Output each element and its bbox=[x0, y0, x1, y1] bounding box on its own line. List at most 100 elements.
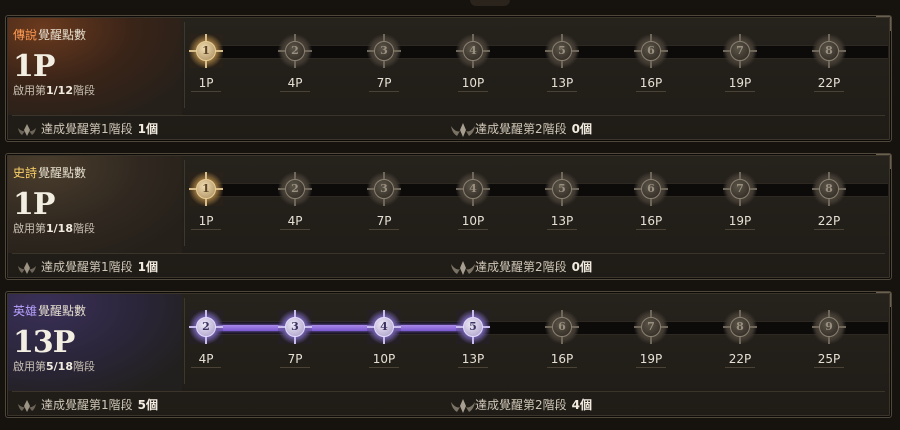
node-spike bbox=[650, 60, 652, 68]
cost-underline bbox=[636, 229, 666, 230]
node-number: 1 bbox=[196, 179, 216, 199]
stage-node-4[interactable]: 4 bbox=[456, 34, 490, 68]
cost-underline bbox=[369, 91, 399, 92]
active-stage: 啟用第5/18階段 bbox=[13, 358, 182, 374]
cost-underline bbox=[369, 229, 399, 230]
node-number: 7 bbox=[730, 179, 750, 199]
node-spike bbox=[828, 336, 830, 344]
cost-underline bbox=[814, 229, 844, 230]
legend-awakening-panel: 傳說覺醒點數 1P 啟用第1/12階段 達成覺醒第1階段 1個 達成覺醒第2階段 0… bbox=[5, 15, 892, 142]
progress-fill bbox=[201, 325, 471, 331]
stage-cost-label: 4P bbox=[198, 352, 214, 366]
achievement-count: 4個 bbox=[571, 398, 592, 412]
node-number: 6 bbox=[641, 179, 661, 199]
cost-underline bbox=[191, 229, 221, 230]
stage-prefix: 啟用第 bbox=[13, 360, 46, 373]
stage-node-4[interactable]: 4 bbox=[367, 310, 401, 344]
stage-node-1[interactable]: 1 bbox=[189, 34, 223, 68]
cost-underline bbox=[280, 367, 310, 368]
node-spike bbox=[561, 198, 563, 206]
awakening-summary: 英雄覺醒點數 13P 啟用第5/18階段 bbox=[8, 294, 182, 391]
stage-node-8[interactable]: 8 bbox=[812, 172, 846, 206]
cost-underline bbox=[369, 367, 399, 368]
achievement-count: 0個 bbox=[571, 122, 592, 136]
title-suffix: 覺醒點數 bbox=[38, 166, 87, 180]
winged-crest-icon bbox=[450, 260, 475, 276]
cost-underline bbox=[458, 367, 488, 368]
node-spike bbox=[304, 326, 312, 328]
cost-underline bbox=[636, 91, 666, 92]
stage-cost-label: 10P bbox=[372, 352, 396, 366]
stage-node-6[interactable]: 6 bbox=[545, 310, 579, 344]
node-number: 4 bbox=[374, 317, 394, 337]
stage-node-2[interactable]: 2 bbox=[278, 172, 312, 206]
achievement-stage2: 達成覺醒第2階段 4個 bbox=[450, 396, 592, 414]
node-spike bbox=[472, 198, 474, 206]
hero-awakening-panel: 英雄覺醒點數 13P 啟用第5/18階段 達成覺醒第1階段 5個 達成覺醒第2階段… bbox=[5, 291, 892, 418]
stage-node-7[interactable]: 7 bbox=[634, 310, 668, 344]
stage-cost-label: 7P bbox=[287, 352, 303, 366]
node-number: 5 bbox=[552, 179, 572, 199]
cost-underline bbox=[814, 91, 844, 92]
stage-node-2[interactable]: 2 bbox=[189, 310, 223, 344]
grade-label: 史詩 bbox=[13, 166, 38, 180]
achievement-stage2: 達成覺醒第2階段 0個 bbox=[450, 258, 592, 276]
node-spike bbox=[660, 50, 668, 52]
achievement-label: 達成覺醒第1階段 bbox=[41, 398, 133, 412]
cost-underline bbox=[458, 91, 488, 92]
stage-node-7[interactable]: 7 bbox=[723, 172, 757, 206]
stage-cost-label: 1P bbox=[198, 214, 214, 228]
node-number: 7 bbox=[730, 41, 750, 61]
node-spike bbox=[650, 336, 652, 344]
cost-underline bbox=[191, 91, 221, 92]
node-number: 2 bbox=[285, 41, 305, 61]
achievement-count: 1個 bbox=[137, 260, 158, 274]
stage-node-3[interactable]: 3 bbox=[367, 34, 401, 68]
stage-cost-label: 19P bbox=[639, 352, 663, 366]
node-spike bbox=[828, 60, 830, 68]
stage-cost-label: 7P bbox=[376, 214, 392, 228]
node-number: 8 bbox=[819, 179, 839, 199]
stage-node-3[interactable]: 3 bbox=[367, 172, 401, 206]
stage-node-8[interactable]: 8 bbox=[812, 34, 846, 68]
title-suffix: 覺醒點數 bbox=[38, 304, 87, 318]
stage-suffix: 階段 bbox=[72, 84, 95, 97]
stage-node-6[interactable]: 6 bbox=[634, 34, 668, 68]
node-number: 6 bbox=[641, 41, 661, 61]
stage-node-5[interactable]: 5 bbox=[545, 34, 579, 68]
wing-emblem-icon bbox=[16, 398, 38, 414]
node-spike bbox=[571, 188, 579, 190]
node-spike bbox=[393, 50, 401, 52]
stage-node-8[interactable]: 8 bbox=[723, 310, 757, 344]
stage-cost-label: 13P bbox=[550, 214, 574, 228]
stage-node-9[interactable]: 9 bbox=[812, 310, 846, 344]
node-spike bbox=[838, 326, 846, 328]
node-number: 7 bbox=[641, 317, 661, 337]
node-number: 8 bbox=[730, 317, 750, 337]
node-spike bbox=[482, 50, 490, 52]
node-number: 3 bbox=[285, 317, 305, 337]
node-spike bbox=[383, 198, 385, 206]
stage-node-7[interactable]: 7 bbox=[723, 34, 757, 68]
node-spike bbox=[482, 188, 490, 190]
stage-node-4[interactable]: 4 bbox=[456, 172, 490, 206]
node-number: 5 bbox=[552, 41, 572, 61]
stage-node-5[interactable]: 5 bbox=[456, 310, 490, 344]
cost-underline bbox=[280, 229, 310, 230]
stage-node-1[interactable]: 1 bbox=[189, 172, 223, 206]
awakening-summary: 傳說覺醒點數 1P 啟用第1/12階段 bbox=[8, 18, 182, 115]
stage-cost-label: 13P bbox=[550, 76, 574, 90]
node-spike bbox=[472, 60, 474, 68]
stage-node-6[interactable]: 6 bbox=[634, 172, 668, 206]
stage-node-2[interactable]: 2 bbox=[278, 34, 312, 68]
active-stage: 啟用第1/12階段 bbox=[13, 82, 182, 98]
stage-cost-label: 10P bbox=[461, 214, 485, 228]
stage-node-3[interactable]: 3 bbox=[278, 310, 312, 344]
stage-node-5[interactable]: 5 bbox=[545, 172, 579, 206]
stage-cost-label: 22P bbox=[817, 76, 841, 90]
cost-underline bbox=[725, 367, 755, 368]
divider bbox=[184, 298, 185, 384]
node-spike bbox=[294, 198, 296, 206]
cost-underline bbox=[725, 91, 755, 92]
node-spike bbox=[215, 50, 223, 52]
